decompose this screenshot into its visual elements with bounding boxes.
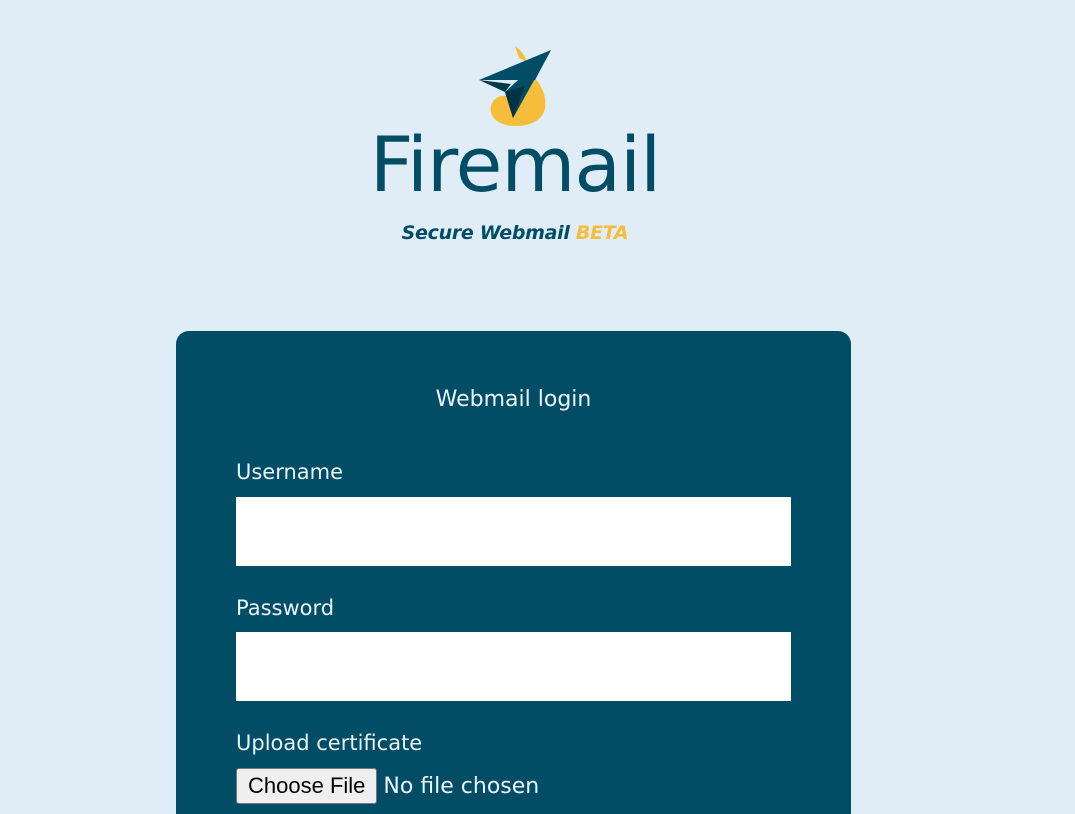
username-input[interactable] — [236, 497, 791, 566]
certificate-label: Upload certificate — [236, 731, 423, 755]
firemail-logo: Firemail Secure Webmail BETA — [355, 40, 675, 255]
brand-name: Firemail — [369, 120, 661, 209]
choose-file-button[interactable]: Choose File — [236, 768, 378, 804]
beta-badge: BETA — [575, 222, 629, 244]
login-page: Firemail Secure Webmail BETA Webmail log… — [0, 0, 1075, 814]
certificate-file-picker[interactable]: Choose File No file chosen — [236, 768, 539, 804]
login-card: Webmail login Username Password Upload c… — [176, 331, 851, 814]
password-label: Password — [236, 596, 335, 620]
username-label: Username — [236, 460, 344, 484]
password-input[interactable] — [236, 632, 791, 701]
brand-tagline: Secure Webmail BETA — [355, 222, 675, 244]
file-status-text: No file chosen — [383, 773, 540, 799]
login-title: Webmail login — [435, 387, 592, 412]
paper-plane-flame-icon — [479, 46, 551, 126]
tagline-text: Secure Webmail — [401, 222, 570, 244]
